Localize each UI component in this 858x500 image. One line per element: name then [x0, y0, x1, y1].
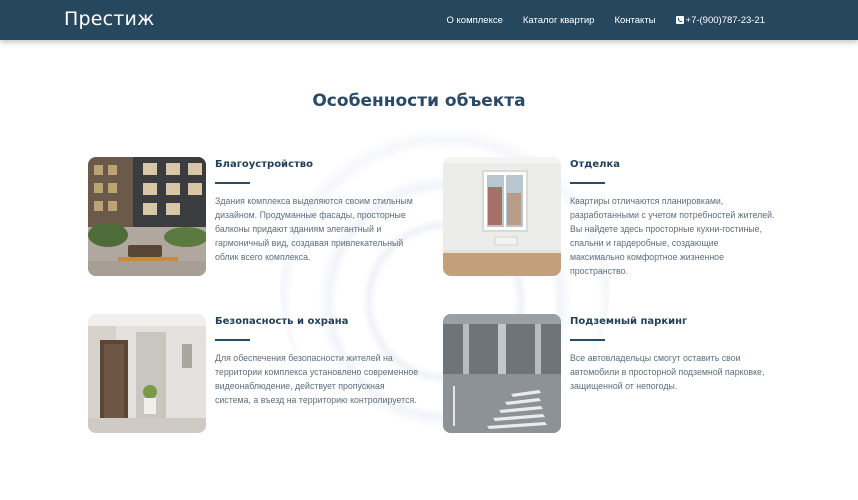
title-underline: [215, 339, 250, 341]
parking-photo: [443, 314, 561, 433]
feature-description: Здания комплекса выделяются своим стильн…: [215, 196, 413, 262]
title-underline: [570, 339, 605, 341]
section-title: Особенности объекта: [312, 91, 526, 111]
phone-number: +7-(900)787-23-21: [685, 14, 765, 26]
courtyard-photo: [88, 157, 206, 276]
feature-description: Квартиры отличаются планировками, разраб…: [570, 196, 775, 276]
lobby-photo: [88, 314, 206, 433]
feature-title: Благоустройство: [215, 159, 313, 170]
phone-icon: [675, 16, 684, 24]
phone-link[interactable]: +7-(900)787-23-21: [675, 14, 765, 26]
feature-title: Отделка: [570, 159, 621, 170]
feature-card-parking: Подземный паркинг Все автовладельцы смог…: [443, 314, 773, 436]
feature-description: Для обеспечения безопасности жителей на …: [215, 353, 419, 405]
title-underline: [570, 182, 605, 184]
feature-card-security: Безопасность и охрана Для обеспечения бе…: [88, 314, 418, 436]
nav-item-about[interactable]: О комплексе: [447, 15, 503, 26]
site-logo[interactable]: Престиж: [64, 8, 154, 30]
nav-item-catalog[interactable]: Каталог квартир: [523, 15, 595, 26]
main-nav: О комплексе Каталог квартир Контакты +7-…: [427, 0, 765, 40]
feature-card-landscaping: Благоустройство Здания комплекса выделяю…: [88, 157, 418, 279]
title-underline: [215, 182, 250, 184]
feature-description: Все автовладельцы смогут оставить свои а…: [570, 353, 765, 391]
site-header: Престиж О комплексе Каталог квартир Конт…: [0, 0, 858, 40]
feature-title: Подземный паркинг: [570, 316, 688, 327]
nav-item-contacts[interactable]: Контакты: [614, 15, 655, 26]
feature-title: Безопасность и охрана: [215, 316, 349, 327]
interior-photo: [443, 157, 561, 276]
feature-card-finishing: Отделка Квартиры отличаются планировками…: [443, 157, 775, 279]
